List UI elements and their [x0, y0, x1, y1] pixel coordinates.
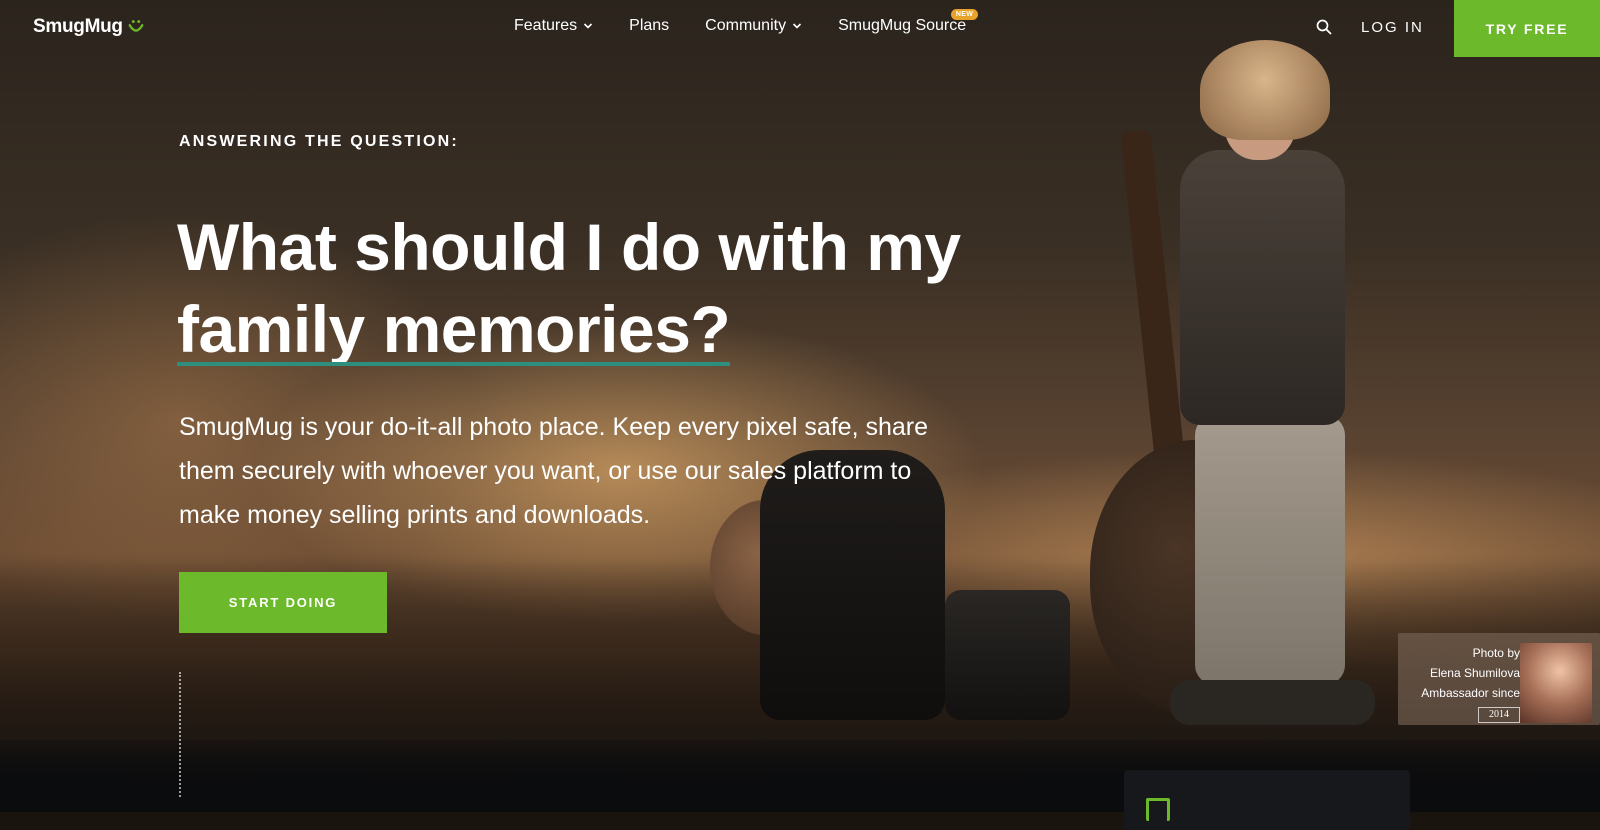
login-link[interactable]: LOG IN	[1361, 19, 1424, 36]
nav-community[interactable]: Community	[705, 17, 802, 35]
guitar-neck-shape	[1120, 129, 1186, 471]
boy-body-shape	[1180, 150, 1345, 425]
nav-plans-label: Plans	[629, 17, 670, 34]
headline-line-1: What should I do with my	[177, 210, 961, 284]
smugmug-logo[interactable]: SmugMug	[33, 16, 145, 38]
credit-line-photo-by: Photo by	[1472, 646, 1520, 660]
boy-shoes-shape	[1170, 680, 1375, 725]
credit-photographer-name: Elena Shumilova	[1429, 666, 1520, 680]
photo-credit-text: Photo by Elena Shumilova Ambassador sinc…	[1421, 643, 1520, 723]
chevron-down-icon	[584, 23, 593, 29]
scroll-indicator-line	[179, 672, 181, 797]
nav-smugmug-source-label: SmugMug Source	[838, 17, 967, 34]
hero-eyebrow: ANSWERING THE QUESTION:	[179, 133, 459, 150]
boy-legs-shape	[1195, 415, 1345, 685]
search-icon[interactable]	[1316, 19, 1332, 35]
nav-features[interactable]: Features	[514, 17, 593, 35]
logo-wordmark: SmugMug	[33, 16, 123, 37]
credit-line-ambassador: Ambassador since	[1421, 686, 1520, 700]
document-icon	[1146, 798, 1170, 821]
chevron-down-icon	[793, 23, 802, 29]
main-nav: Features Plans Community SmugMug Source …	[514, 9, 1002, 35]
hero-subcopy: SmugMug is your do-it-all photo place. K…	[179, 413, 928, 529]
start-doing-button[interactable]: START DOING	[179, 572, 387, 633]
new-badge: NEW	[950, 9, 979, 20]
try-free-button[interactable]: TRY FREE	[1454, 0, 1600, 57]
feature-card-partial	[1124, 770, 1410, 830]
nav-community-label: Community	[705, 17, 787, 34]
hero-headline: What should I do with my family memories…	[177, 206, 1047, 370]
photo-credit-card[interactable]: Photo by Elena Shumilova Ambassador sinc…	[1398, 633, 1600, 725]
headline-line-2: family memories?	[177, 288, 731, 370]
nav-plans[interactable]: Plans	[629, 17, 669, 35]
boy-hair-shape	[1200, 40, 1330, 140]
nav-features-label: Features	[514, 17, 578, 34]
photographer-avatar	[1520, 643, 1592, 723]
credit-year-badge: 2014	[1478, 707, 1520, 723]
nav-smugmug-source[interactable]: SmugMug Source NEW	[838, 9, 979, 35]
camera-bag-shape	[945, 590, 1070, 720]
smile-logo-icon	[128, 20, 144, 32]
